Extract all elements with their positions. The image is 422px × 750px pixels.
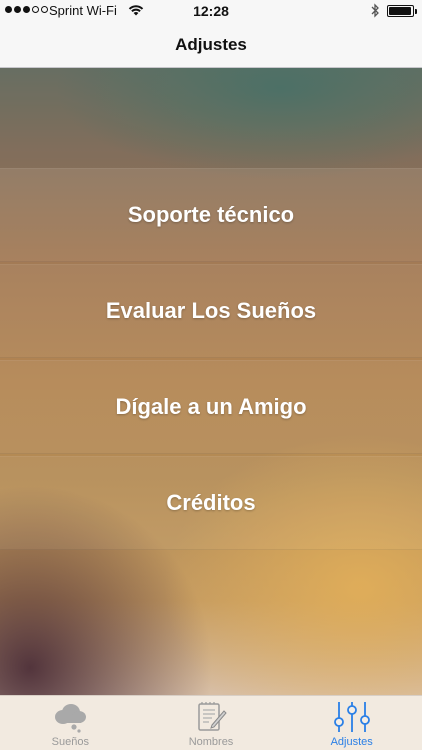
menu-item-tell-a-friend[interactable]: Dígale a un Amigo	[0, 360, 422, 454]
notebook-pen-icon	[191, 699, 231, 735]
tab-dreams[interactable]: Sueños	[0, 696, 141, 750]
tab-settings[interactable]: Adjustes	[281, 696, 422, 750]
tab-label: Adjustes	[330, 736, 373, 748]
tab-label: Sueños	[51, 736, 89, 748]
tab-names[interactable]: Nombres	[141, 696, 282, 750]
tab-label: Nombres	[188, 736, 234, 748]
settings-menu: Soporte técnico Evaluar Los Sueños Dígal…	[0, 68, 422, 695]
menu-item-label: Créditos	[166, 490, 256, 515]
bluetooth-icon	[371, 3, 380, 21]
menu-item-label: Soporte técnico	[127, 202, 295, 227]
navigation-bar: Adjustes	[0, 22, 422, 68]
sliders-icon	[332, 699, 372, 735]
menu-item-credits[interactable]: Créditos	[0, 456, 422, 550]
menu-item-label: Dígale a un Amigo	[115, 394, 307, 419]
tab-bar: Sueños Nombres Adjustes	[0, 695, 422, 750]
settings-screen: Sprint Wi-Fi 12:28 Adjustes Soporte técn…	[0, 0, 422, 750]
status-time: 12:28	[193, 3, 229, 19]
cloud-icon	[50, 699, 90, 735]
blurred-background	[0, 68, 422, 168]
menu-item-label: Evaluar Los Sueños	[105, 298, 317, 323]
battery-icon	[387, 5, 417, 17]
menu-item-rate-app[interactable]: Evaluar Los Sueños	[0, 264, 422, 358]
page-title: Adjustes	[175, 34, 247, 54]
menu-item-technical-support[interactable]: Soporte técnico	[0, 168, 422, 262]
status-bar: Sprint Wi-Fi 12:28	[0, 0, 422, 22]
